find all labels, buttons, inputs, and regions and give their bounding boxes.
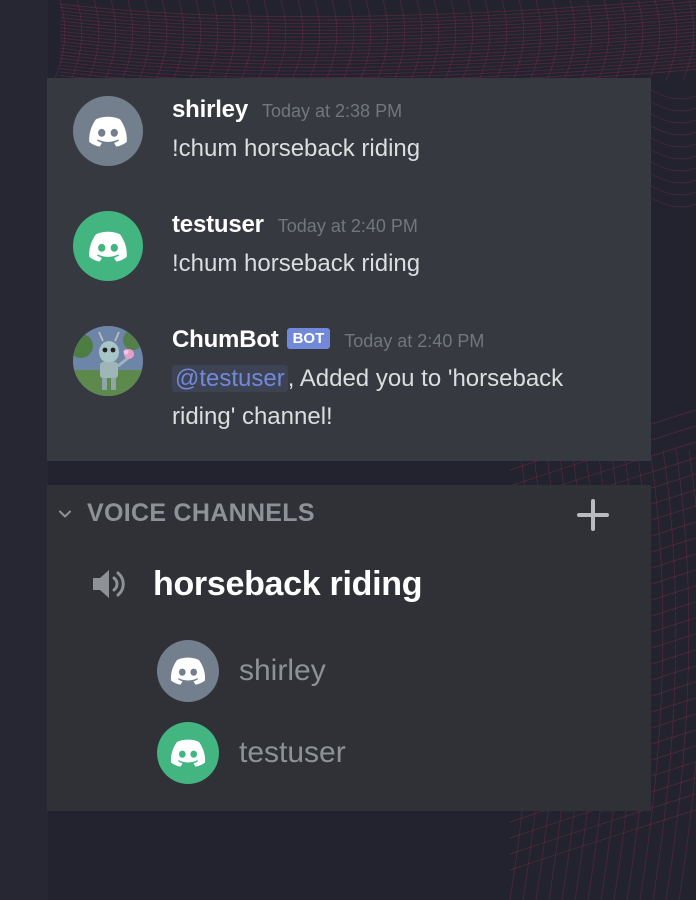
speaker-icon — [93, 570, 125, 598]
user-mention[interactable]: @testuser — [172, 365, 288, 392]
message-content: !chum horseback riding — [172, 250, 421, 277]
voice-user-name: shirley — [239, 654, 326, 687]
message-content: @testuser, Added you to 'horseback ridin… — [172, 360, 632, 436]
chat-messages-panel: shirley Today at 2:38 PM !chum horseback… — [47, 78, 651, 461]
discord-logo-icon — [168, 656, 208, 686]
avatar — [157, 640, 219, 702]
voice-user-name: testuser — [239, 736, 346, 769]
voice-user-item[interactable]: shirley — [157, 640, 326, 702]
message-header: testuser Today at 2:40 PM — [172, 211, 418, 239]
avatar[interactable] — [73, 96, 143, 166]
voice-user-item[interactable]: testuser — [157, 722, 346, 784]
discord-logo-icon — [86, 115, 130, 148]
voice-channels-label: VOICE CHANNELS — [87, 499, 315, 527]
discord-logo-icon — [168, 738, 208, 768]
message-author[interactable]: ChumBot — [172, 326, 279, 354]
message-content: !chum horseback riding — [172, 135, 421, 162]
voice-channels-category[interactable]: VOICE CHANNELS — [57, 499, 315, 528]
voice-channels-panel: VOICE CHANNELS horseback riding shirley … — [47, 485, 651, 811]
avatar[interactable] — [73, 211, 143, 281]
message-header: shirley Today at 2:38 PM — [172, 96, 402, 124]
bot-badge: BOT — [286, 328, 331, 349]
robot-illustration-icon — [73, 326, 143, 396]
message-header: ChumBot BOT Today at 2:40 PM — [172, 326, 484, 354]
message-timestamp: Today at 2:40 PM — [344, 331, 485, 351]
chevron-down-icon[interactable] — [57, 506, 73, 522]
plus-icon[interactable] — [575, 497, 611, 533]
voice-channel-name: horseback riding — [153, 564, 423, 603]
message-timestamp: Today at 2:40 PM — [277, 216, 418, 236]
discord-logo-icon — [86, 230, 130, 263]
avatar[interactable] — [73, 326, 143, 396]
avatar — [157, 722, 219, 784]
voice-channel-item[interactable]: horseback riding — [89, 563, 422, 605]
message-author[interactable]: shirley — [172, 96, 248, 124]
message-author[interactable]: testuser — [172, 211, 264, 239]
message-timestamp: Today at 2:38 PM — [261, 101, 403, 121]
